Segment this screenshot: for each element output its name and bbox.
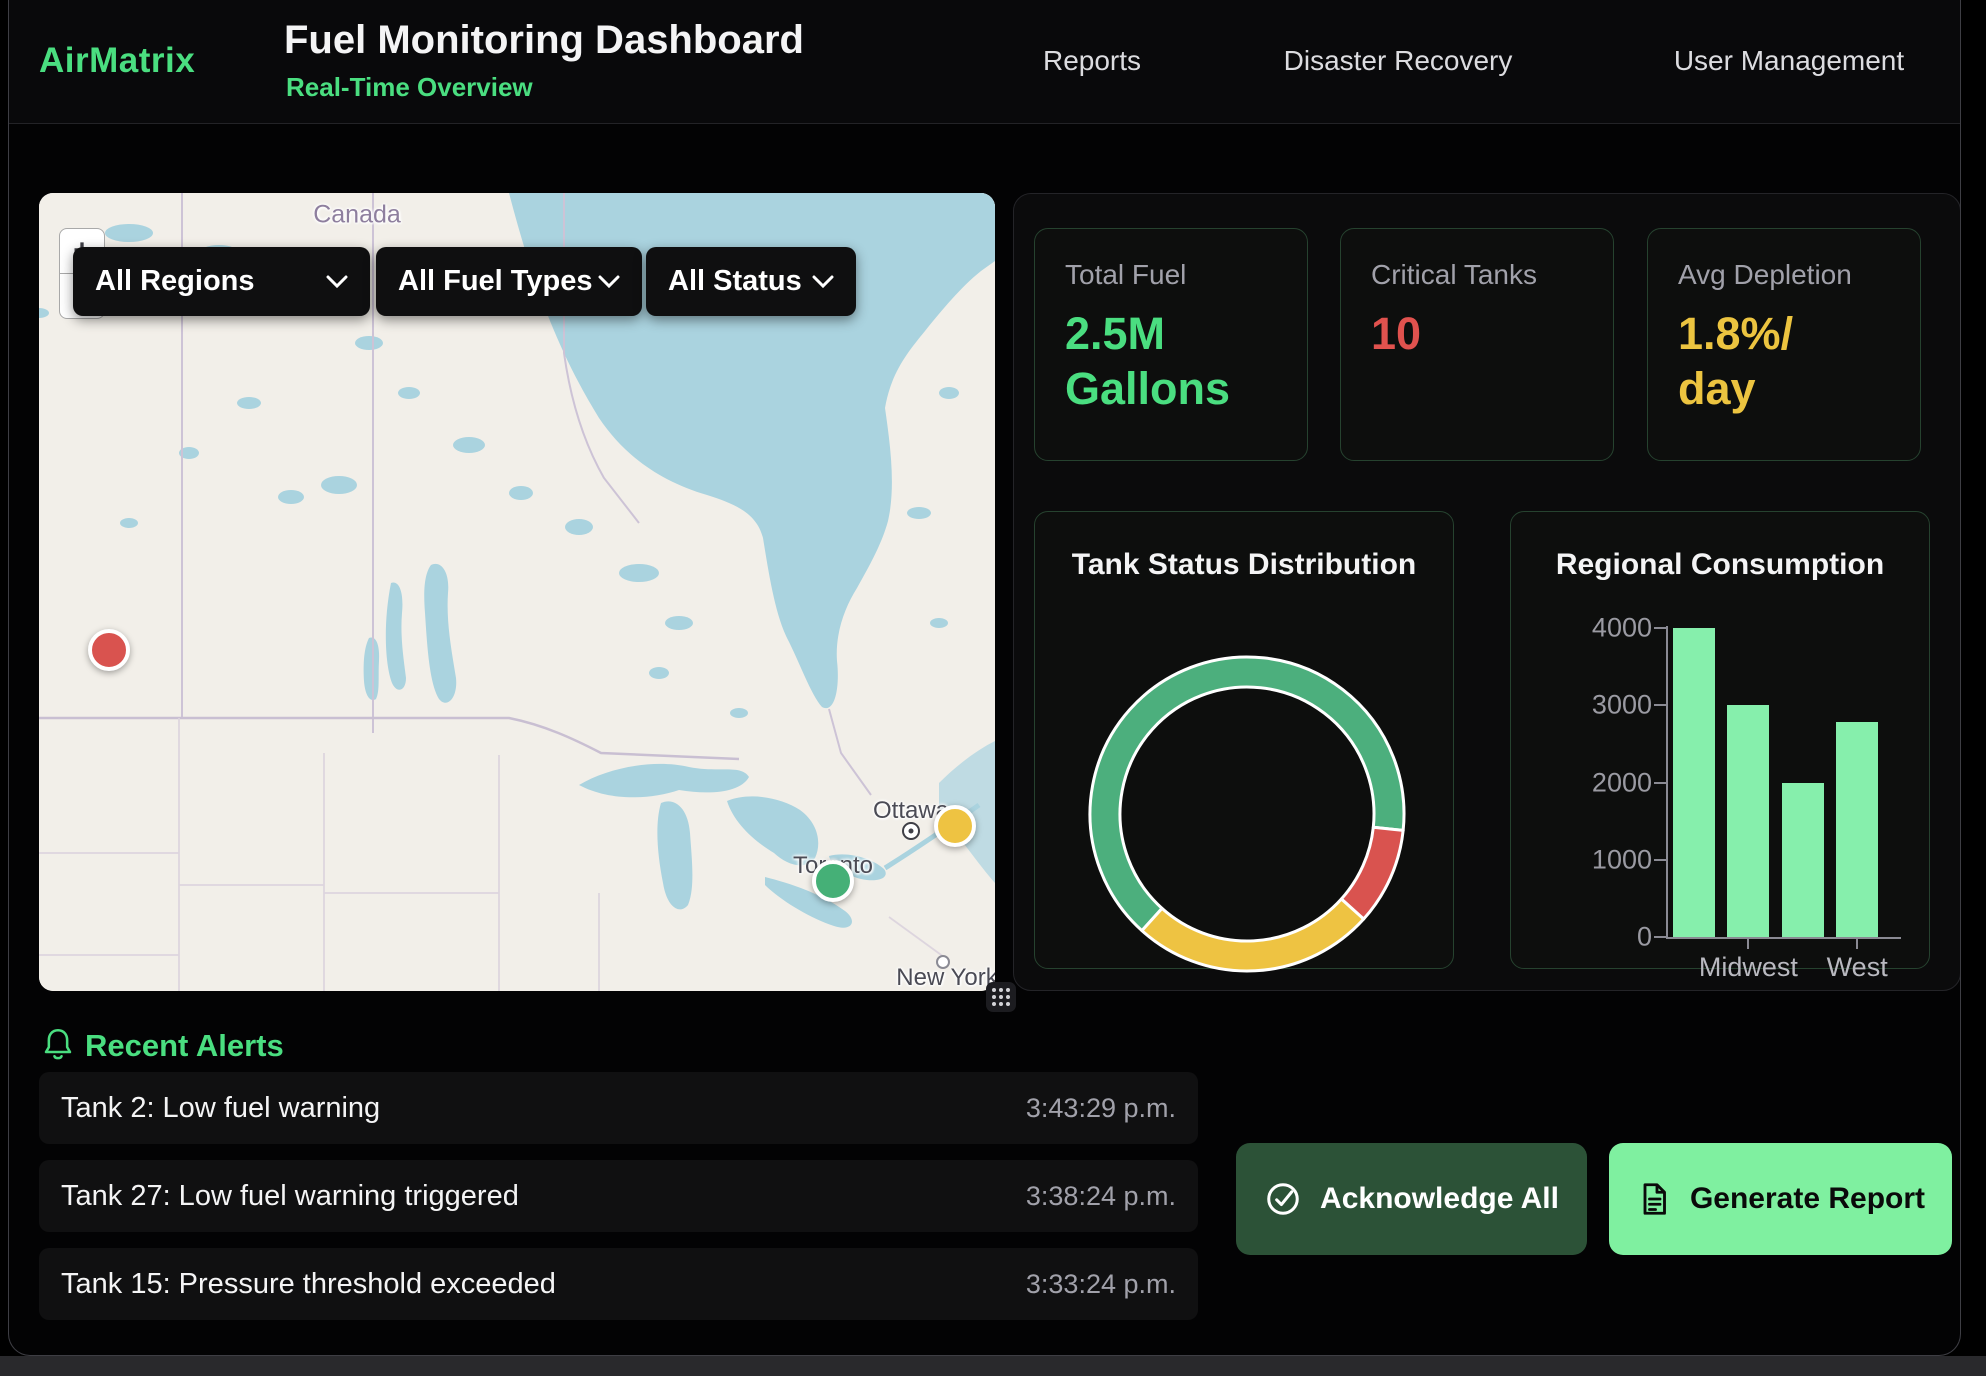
x-axis-tick: West <box>1827 952 1888 983</box>
region-filter-value: All Regions <box>95 265 255 298</box>
stat-value: 1.8%/day <box>1678 307 1890 417</box>
donut-segment-critical <box>1341 827 1403 919</box>
chevron-down-icon <box>598 275 620 288</box>
acknowledge-all-label: Acknowledge All <box>1320 1182 1559 1216</box>
alert-text: Tank 27: Low fuel warning triggered <box>61 1180 519 1213</box>
fuel-type-filter-value: All Fuel Types <box>398 265 592 298</box>
generate-report-label: Generate Report <box>1690 1182 1925 1216</box>
status-filter-value: All Status <box>668 265 802 298</box>
chart-title: Tank Status Distribution <box>1035 548 1453 582</box>
stat-value: 2.5MGallons <box>1065 307 1277 417</box>
chevron-down-icon <box>326 275 348 288</box>
regional-consumption-bar-chart: 4000 3000 2000 1000 0 Midwest West <box>1511 512 1931 970</box>
alert-timestamp: 3:43:29 p.m. <box>1026 1093 1176 1124</box>
alert-row[interactable]: Tank 27: Low fuel warning triggered 3:38… <box>39 1160 1198 1232</box>
bar-1 <box>1727 705 1769 937</box>
fuel-type-filter-dropdown[interactable]: All Fuel Types <box>376 247 642 316</box>
stat-value: 10 <box>1371 307 1583 362</box>
capital-city-icon <box>902 822 920 840</box>
tank-status-donut-chart <box>1077 644 1417 984</box>
map-panel: Canada Ottawa Toronto New York + − All R… <box>39 193 995 991</box>
city-dot-icon <box>936 955 950 969</box>
desktop-background-strip <box>0 1356 1986 1376</box>
bar-3 <box>1836 722 1878 937</box>
y-axis-tick: 2000 <box>1592 767 1652 798</box>
alert-timestamp: 3:33:24 p.m. <box>1026 1269 1176 1300</box>
stat-card-total-fuel: Total Fuel 2.5MGallons <box>1034 228 1308 461</box>
nav-user-management[interactable]: User Management <box>1674 45 1904 77</box>
bar-0 <box>1673 628 1715 937</box>
regional-consumption-chart-card: Regional Consumption 4000 3000 2000 1000… <box>1510 511 1930 969</box>
donut-segment-warning <box>1142 899 1364 971</box>
app-logo: AirMatrix <box>39 41 195 81</box>
alert-row[interactable]: Tank 2: Low fuel warning 3:43:29 p.m. <box>39 1072 1198 1144</box>
map-label-canada: Canada <box>313 201 401 230</box>
nav-reports[interactable]: Reports <box>1043 45 1141 77</box>
nav-disaster-recovery[interactable]: Disaster Recovery <box>1284 45 1513 77</box>
y-axis-tick: 1000 <box>1592 844 1652 875</box>
bar-2 <box>1782 783 1824 938</box>
alert-text: Tank 2: Low fuel warning <box>61 1092 380 1125</box>
y-axis-tick: 4000 <box>1592 613 1652 644</box>
bell-icon <box>41 1026 75 1064</box>
acknowledge-all-button[interactable]: Acknowledge All <box>1236 1143 1587 1255</box>
stat-label: Avg Depletion <box>1678 259 1890 291</box>
stat-card-critical-tanks: Critical Tanks 10 <box>1340 228 1614 461</box>
x-axis-tick: Midwest <box>1699 952 1798 983</box>
tank-marker-normal[interactable] <box>812 860 854 902</box>
file-report-icon <box>1636 1181 1672 1217</box>
alerts-heading: Recent Alerts <box>85 1028 284 1064</box>
chevron-down-icon <box>812 275 834 288</box>
stat-label: Critical Tanks <box>1371 259 1583 291</box>
region-filter-dropdown[interactable]: All Regions <box>73 247 370 316</box>
alert-row[interactable]: Tank 15: Pressure threshold exceeded 3:3… <box>39 1248 1198 1320</box>
app-window: AirMatrix Fuel Monitoring Dashboard Real… <box>8 0 1961 1356</box>
tank-marker-warning[interactable] <box>934 805 976 847</box>
page-title: Fuel Monitoring Dashboard <box>284 18 804 63</box>
stat-label: Total Fuel <box>1065 259 1277 291</box>
alert-text: Tank 15: Pressure threshold exceeded <box>61 1268 556 1301</box>
page-subtitle: Real-Time Overview <box>286 72 533 103</box>
y-axis-tick: 0 <box>1637 922 1652 953</box>
status-filter-dropdown[interactable]: All Status <box>646 247 856 316</box>
header: AirMatrix Fuel Monitoring Dashboard Real… <box>9 0 1960 124</box>
map-resize-grip-icon[interactable] <box>986 982 1016 1012</box>
tank-status-chart-card: Tank Status Distribution <box>1034 511 1454 969</box>
y-axis-tick: 3000 <box>1592 690 1652 721</box>
alert-timestamp: 3:38:24 p.m. <box>1026 1181 1176 1212</box>
generate-report-button[interactable]: Generate Report <box>1609 1143 1952 1255</box>
metrics-panel: Total Fuel 2.5MGallons Critical Tanks 10… <box>1013 193 1961 991</box>
check-circle-icon <box>1264 1180 1302 1218</box>
tank-marker-critical[interactable] <box>88 629 130 671</box>
stat-card-avg-depletion: Avg Depletion 1.8%/day <box>1647 228 1921 461</box>
